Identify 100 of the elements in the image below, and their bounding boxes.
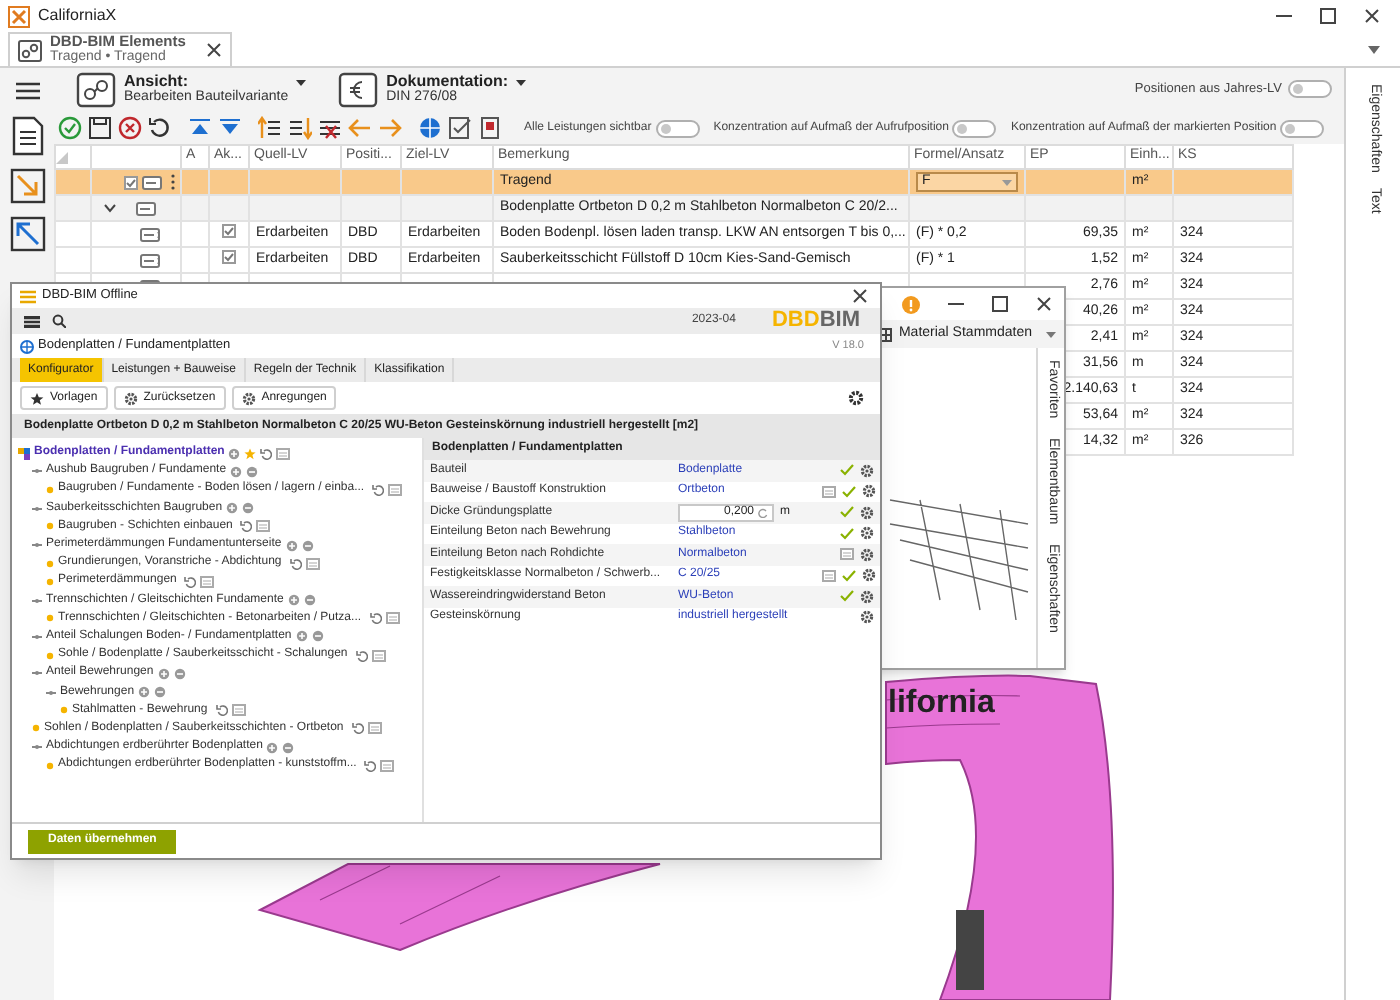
undo-icon[interactable]: [148, 116, 172, 140]
gear-icon: [241, 391, 256, 405]
close-icon[interactable]: [852, 288, 868, 304]
branch-icon: [32, 468, 42, 475]
branch-icon: [32, 633, 42, 640]
note-icon: [385, 612, 400, 625]
note-icon: [371, 649, 386, 662]
note-icon: [276, 447, 291, 460]
bullet-icon: [46, 577, 54, 586]
branch-icon: [46, 689, 56, 696]
undo-icon: [355, 649, 368, 662]
globe-icon: [20, 339, 34, 353]
close-icon[interactable]: [205, 42, 222, 58]
add-circle-icon: [295, 630, 308, 643]
star-icon: [30, 391, 44, 405]
add-circle-icon: [226, 502, 239, 515]
bullet-icon: [46, 614, 54, 623]
branch-icon: [32, 597, 42, 604]
sort-up-icon[interactable]: [258, 116, 282, 140]
add-circle-icon: [287, 594, 300, 607]
gear-icon: [123, 391, 138, 405]
close-icon[interactable]: [1364, 8, 1380, 24]
branch-icon: [32, 670, 42, 677]
maximize-icon[interactable]: [1320, 8, 1336, 24]
bullet-icon: [46, 651, 54, 660]
add-circle-icon: [230, 465, 243, 478]
undo-icon: [240, 520, 253, 533]
add-circle-icon: [266, 741, 279, 754]
circle-icon: [303, 594, 316, 607]
circle-icon: [282, 741, 295, 754]
search-icon[interactable]: [52, 314, 66, 328]
arrow-down-right-icon[interactable]: [9, 168, 45, 204]
undo-icon: [260, 447, 273, 460]
add-circle-icon: [157, 667, 170, 680]
checkbox[interactable]: [222, 250, 236, 265]
undo-icon: [364, 759, 377, 772]
cancel-icon[interactable]: [118, 116, 142, 140]
branch-icon: [32, 744, 42, 751]
branch-icon: [32, 505, 42, 512]
circle-icon: [311, 630, 324, 643]
caret-icon[interactable]: [1368, 45, 1380, 53]
note-icon: [367, 722, 382, 735]
undo-icon: [372, 483, 385, 496]
chevron-icon[interactable]: [104, 202, 116, 214]
sort-down-icon[interactable]: [288, 116, 312, 140]
document-icon: [136, 199, 156, 217]
toggle-switch[interactable]: [655, 119, 700, 137]
bullet-icon: [46, 485, 54, 494]
delete-rows-icon[interactable]: [318, 116, 342, 140]
caret-icon: [516, 80, 527, 86]
circle-icon: [301, 539, 314, 552]
bullet-icon: [60, 706, 68, 715]
arrow-up-left-icon[interactable]: [9, 216, 45, 252]
maximize-icon[interactable]: [992, 296, 1008, 312]
caret-icon: [1046, 331, 1056, 337]
document-stamp-icon[interactable]: [478, 116, 502, 140]
globe-icon[interactable]: [418, 116, 442, 140]
save-icon[interactable]: [88, 116, 112, 140]
checkbox[interactable]: [222, 224, 236, 239]
add-circle-icon: [285, 539, 298, 552]
branch-icon: [32, 542, 42, 549]
circle-icon: [154, 686, 167, 699]
app-logo-icon: [8, 5, 30, 27]
wireframe-drawing: [889, 499, 1029, 621]
undo-icon: [351, 722, 364, 735]
settings-icon[interactable]: [848, 390, 864, 406]
caret-icon: [1002, 179, 1012, 185]
more-icon[interactable]: [170, 174, 176, 190]
note-icon: [256, 520, 271, 533]
model-label: lifornia: [888, 686, 995, 720]
document-icon: [142, 173, 162, 191]
star-icon: [244, 447, 257, 460]
undo-icon: [184, 575, 197, 588]
toggle-switch[interactable]: [952, 119, 997, 137]
menu-icon[interactable]: [16, 81, 40, 99]
app-icon: [20, 289, 36, 303]
corner-icon: [56, 151, 68, 163]
note-icon: [380, 759, 395, 772]
bullet-icon: [32, 724, 40, 733]
collapse-icon[interactable]: [188, 116, 212, 140]
toggle-switch[interactable]: [1280, 119, 1325, 137]
bullet-icon: [46, 761, 54, 770]
toggle-switch[interactable]: [1288, 80, 1332, 99]
note-icon: [305, 557, 320, 570]
document-check-icon[interactable]: [448, 116, 472, 140]
bullet-icon: [46, 559, 54, 568]
circle-icon: [246, 465, 259, 478]
document-list-icon[interactable]: [11, 116, 43, 156]
note-icon: [231, 704, 246, 717]
add-circle-icon: [138, 686, 151, 699]
dbdbim-logo: DBDBIM: [771, 310, 860, 332]
undo-icon: [215, 704, 228, 717]
note-icon: [200, 575, 215, 588]
note-icon: [388, 483, 403, 496]
undo-icon: [289, 557, 302, 570]
circle-icon: [242, 502, 255, 515]
close-icon[interactable]: [1036, 296, 1052, 312]
add-circle-icon: [228, 447, 241, 460]
checkbox[interactable]: [124, 175, 138, 189]
circle-icon: [173, 667, 186, 680]
